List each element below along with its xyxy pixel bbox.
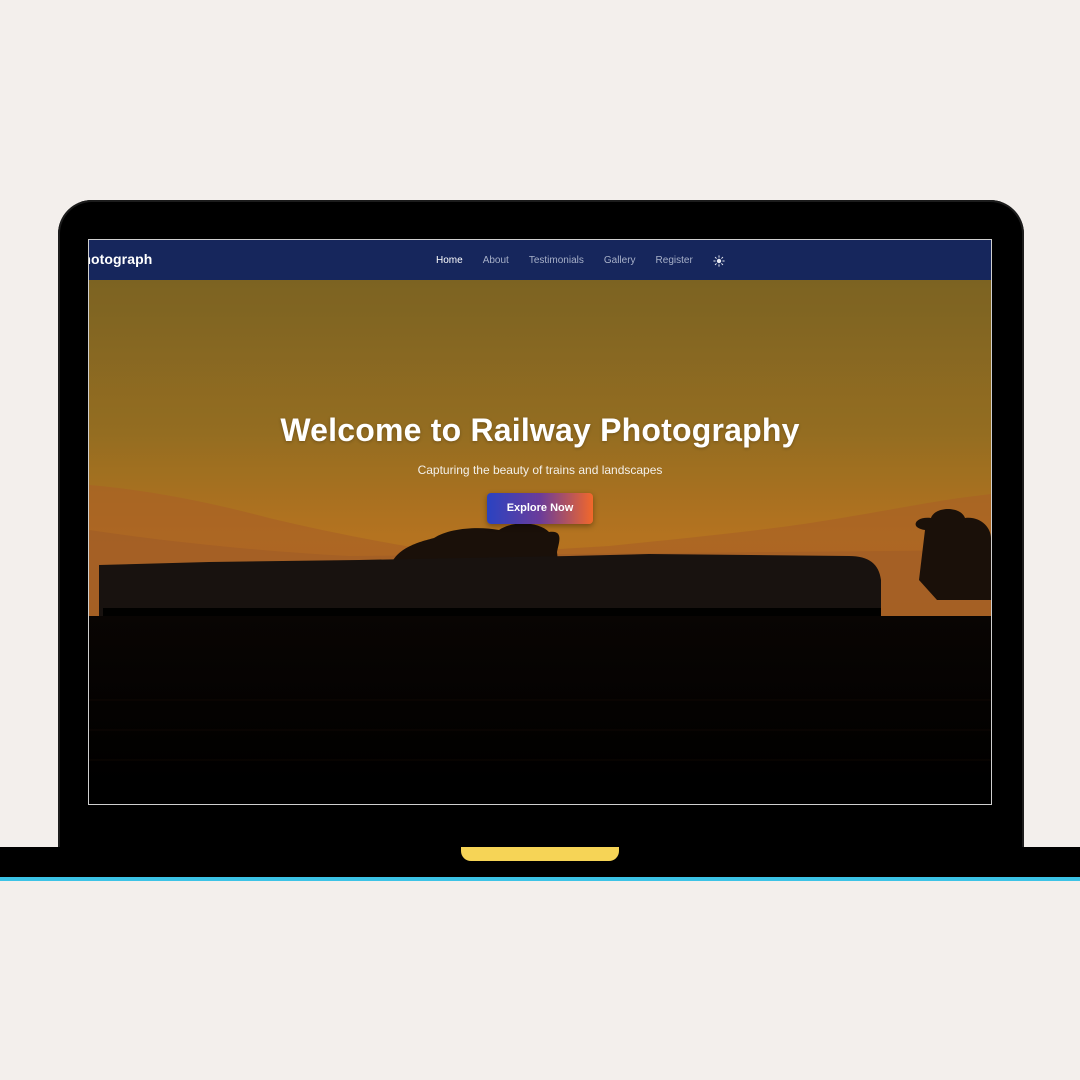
hero-background-photo: [89, 280, 991, 804]
nav-links: Home About Testimonials Gallery Register: [436, 240, 725, 280]
hero-section: Welcome to Railway Photography Capturing…: [89, 280, 991, 804]
sun-icon[interactable]: [713, 254, 725, 267]
site-brand[interactable]: y Photograph: [89, 251, 152, 267]
device-mockup: y Photograph Home About Testimonials Gal…: [0, 0, 1080, 1080]
nav-link-home[interactable]: Home: [436, 255, 463, 266]
laptop-screen: y Photograph Home About Testimonials Gal…: [88, 239, 992, 805]
nav-link-about[interactable]: About: [483, 255, 509, 266]
navbar: y Photograph Home About Testimonials Gal…: [89, 240, 991, 281]
hero-content: Welcome to Railway Photography Capturing…: [89, 412, 991, 524]
nav-link-testimonials[interactable]: Testimonials: [529, 255, 584, 266]
nav-link-gallery[interactable]: Gallery: [604, 255, 636, 266]
laptop-notch: [461, 847, 619, 861]
hero-title: Welcome to Railway Photography: [280, 412, 800, 448]
laptop-base-accent: [0, 877, 1080, 881]
explore-now-button[interactable]: Explore Now: [486, 493, 594, 524]
hero-subtitle: Capturing the beauty of trains and lands…: [417, 463, 663, 477]
nav-link-register[interactable]: Register: [656, 255, 693, 266]
